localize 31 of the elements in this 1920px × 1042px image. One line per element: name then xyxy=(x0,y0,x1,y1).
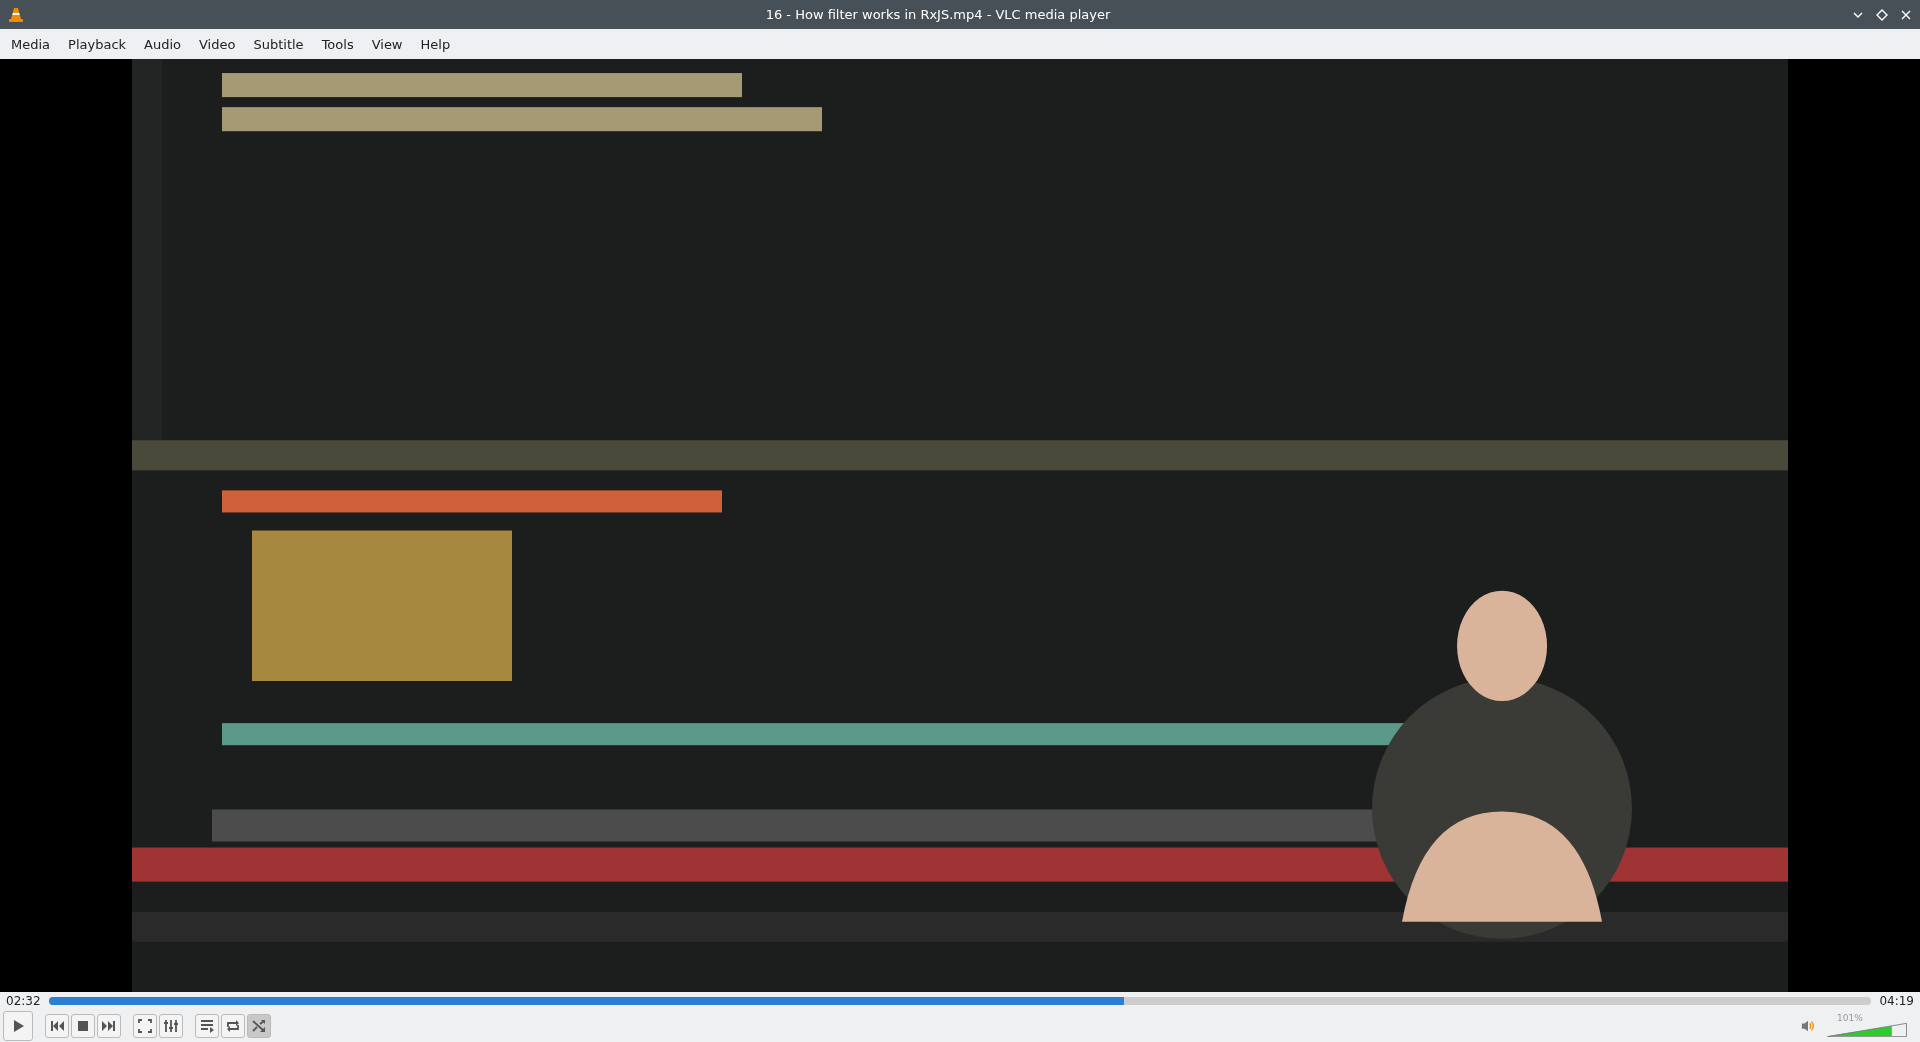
shuffle-button[interactable] xyxy=(247,1013,271,1038)
playlist-icon xyxy=(199,1017,215,1034)
previous-button[interactable] xyxy=(45,1013,69,1038)
window-title: 16 - How filter works in RxJS.mp4 - VLC media player xyxy=(764,7,1112,22)
fullscreen-icon xyxy=(137,1017,153,1034)
maximize-icon[interactable] xyxy=(1876,8,1888,21)
elapsed-time: 02:32 xyxy=(6,993,41,1008)
traffic-cone-icon xyxy=(8,6,24,23)
playlist-button[interactable] xyxy=(195,1013,219,1038)
sliders-icon xyxy=(163,1017,179,1034)
shuffle-icon xyxy=(251,1017,267,1034)
menu-item[interactable]: Video xyxy=(190,36,245,52)
settings-button[interactable] xyxy=(159,1013,183,1038)
seek-bar[interactable] xyxy=(48,996,1872,1005)
loop-icon xyxy=(225,1017,241,1034)
close-icon[interactable] xyxy=(1900,8,1912,21)
menu-item[interactable]: View xyxy=(362,36,412,52)
speaker-icon[interactable] xyxy=(1801,1018,1815,1033)
menu-item[interactable]: Subtitle xyxy=(244,36,313,52)
menu-item[interactable]: Audio xyxy=(135,36,190,52)
menu-item[interactable]: Media xyxy=(2,36,60,52)
play-button[interactable] xyxy=(3,1010,33,1041)
menu-item[interactable]: Playback xyxy=(59,36,136,52)
loop-button[interactable] xyxy=(221,1013,245,1038)
next-button[interactable] xyxy=(97,1013,121,1038)
total-time: 04:19 xyxy=(1879,993,1914,1008)
menu-item[interactable]: Tools xyxy=(312,36,363,52)
stop-button[interactable] xyxy=(71,1013,95,1038)
menu-item[interactable]: Help xyxy=(411,36,460,52)
volume-reading: 101% xyxy=(1837,1012,1863,1023)
fullscreen-button[interactable] xyxy=(133,1013,157,1038)
